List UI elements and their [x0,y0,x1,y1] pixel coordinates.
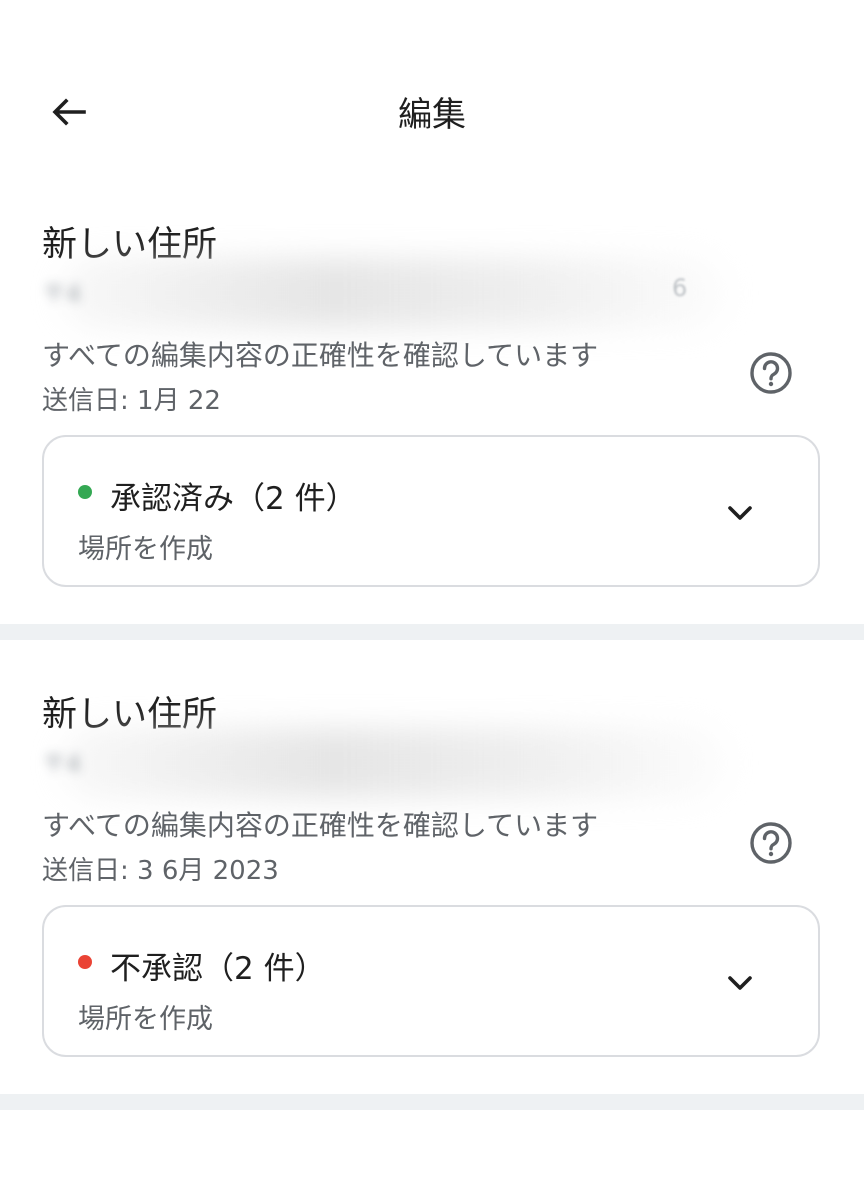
reviewing-text: すべての編集内容の正確性を確認しています [42,339,599,372]
status-label: 不承認（2 件） [110,951,326,987]
page-title: 編集 [398,95,466,135]
help-icon [750,822,792,864]
status-subtitle: 場所を作成 [78,534,213,565]
address-line: 〒4 [42,750,82,778]
help-icon [750,352,792,394]
help-button[interactable] [748,820,794,866]
app-header: 編集 [0,60,864,160]
chevron-down-icon [728,976,752,990]
sent-date: 送信日: 1月 22 [42,386,221,416]
status-dropdown[interactable]: 不承認（2 件） 場所を作成 [42,905,820,1057]
address-tail: 6 [672,274,688,302]
chevron-down-icon [728,506,752,520]
status-label: 承認済み（2 件） [110,481,357,517]
help-button[interactable] [748,350,794,396]
status-dot-rejected [78,955,92,969]
section-divider [0,624,864,640]
section-divider [0,1094,864,1110]
status-dot-approved [78,485,92,499]
address-line: 〒4 [42,280,82,308]
status-subtitle: 場所を作成 [78,1004,213,1035]
sent-date: 送信日: 3 6月 2023 [42,856,279,886]
reviewing-text: すべての編集内容の正確性を確認しています [42,809,599,842]
status-dropdown[interactable]: 承認済み（2 件） 場所を作成 [42,435,820,587]
